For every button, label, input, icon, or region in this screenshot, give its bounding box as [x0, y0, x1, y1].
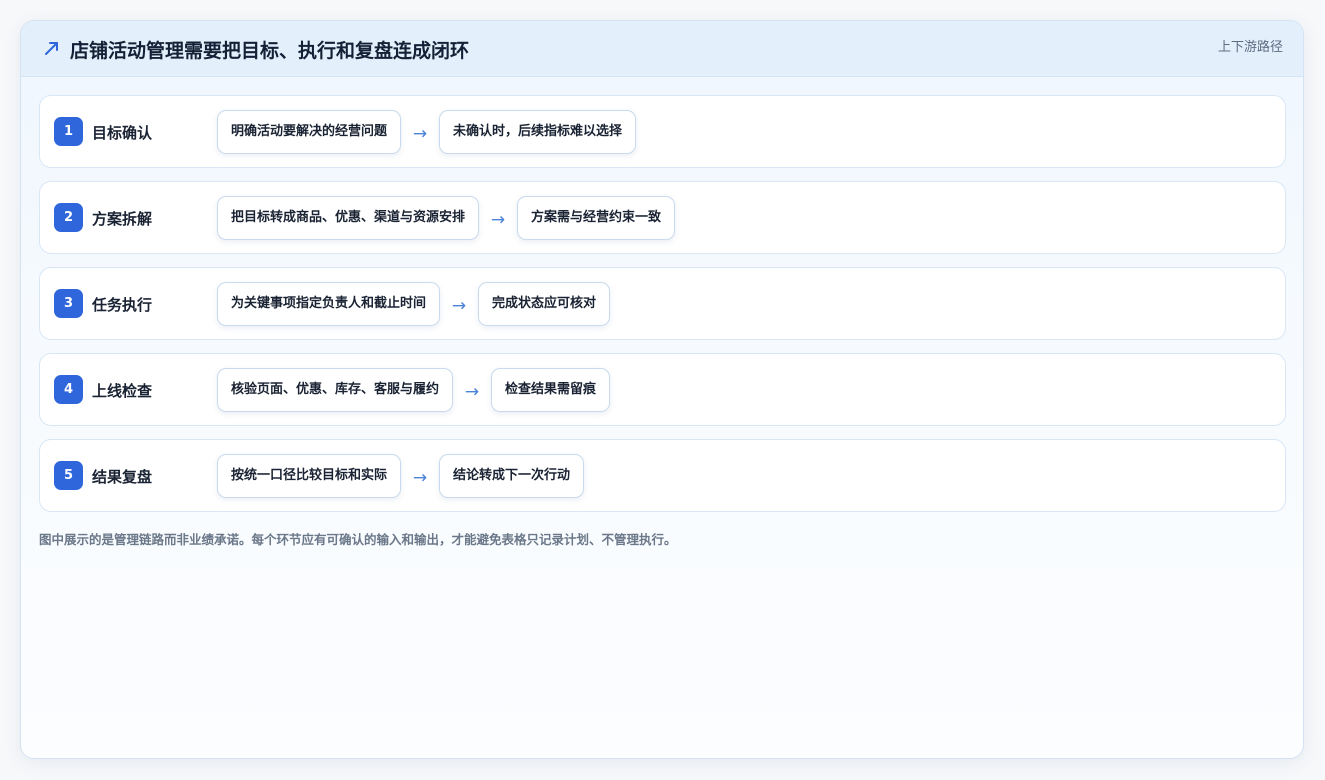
step-name: 上线检查	[92, 382, 153, 400]
right-arrow-icon: →	[412, 468, 428, 488]
step-name: 任务执行	[92, 296, 153, 314]
flow-card: 店铺活动管理需要把目标、执行和复盘连成闭环 上下游路径 1 目标确认 明确活动要…	[20, 20, 1304, 759]
step-action-box: 明确活动要解决的经营问题	[217, 110, 402, 154]
right-arrow-icon: →	[451, 296, 467, 316]
step-flow: 把目标转成商品、优惠、渠道与资源安排 → 方案需与经营约束一致	[217, 195, 676, 241]
step-number-badge: 5	[54, 461, 83, 490]
right-arrow-icon: →	[464, 382, 480, 402]
step-result-box: 检查结果需留痕	[491, 368, 611, 412]
step-name: 目标确认	[92, 124, 153, 142]
step-row: 2 方案拆解 把目标转成商品、优惠、渠道与资源安排 → 方案需与经营约束一致	[39, 181, 1286, 254]
step-row: 4 上线检查 核验页面、优惠、库存、客服与履约 → 检查结果需留痕	[39, 353, 1286, 426]
step-flow: 按统一口径比较目标和实际 → 结论转成下一次行动	[217, 453, 585, 499]
step-action-box: 为关键事项指定负责人和截止时间	[217, 282, 441, 326]
step-name: 方案拆解	[92, 210, 153, 228]
card-header: 店铺活动管理需要把目标、执行和复盘连成闭环 上下游路径	[21, 21, 1303, 77]
step-number-badge: 4	[54, 375, 83, 404]
footnote: 图中展示的是管理链路而非业绩承诺。每个环节应有可确认的输入和输出，才能避免表格只…	[39, 532, 677, 547]
right-arrow-icon: →	[412, 124, 428, 144]
step-flow: 明确活动要解决的经营问题 → 未确认时，后续指标难以选择	[217, 109, 637, 155]
step-row: 1 目标确认 明确活动要解决的经营问题 → 未确认时，后续指标难以选择	[39, 95, 1286, 168]
step-row: 5 结果复盘 按统一口径比较目标和实际 → 结论转成下一次行动	[39, 439, 1286, 512]
page-title: 店铺活动管理需要把目标、执行和复盘连成闭环	[70, 40, 470, 62]
step-action-box: 核验页面、优惠、库存、客服与履约	[217, 368, 454, 412]
path-tag: 上下游路径	[1217, 40, 1283, 55]
step-result-box: 完成状态应可核对	[478, 282, 611, 326]
trend-arrow-icon	[45, 42, 58, 55]
step-name: 结果复盘	[92, 468, 153, 486]
step-row: 3 任务执行 为关键事项指定负责人和截止时间 → 完成状态应可核对	[39, 267, 1286, 340]
step-result-box: 结论转成下一次行动	[439, 454, 585, 498]
right-arrow-icon: →	[490, 210, 506, 230]
step-number-badge: 2	[54, 203, 83, 232]
step-number-badge: 1	[54, 117, 83, 146]
step-result-box: 未确认时，后续指标难以选择	[439, 110, 637, 154]
step-number-badge: 3	[54, 289, 83, 318]
step-flow: 为关键事项指定负责人和截止时间 → 完成状态应可核对	[217, 281, 611, 327]
step-flow: 核验页面、优惠、库存、客服与履约 → 检查结果需留痕	[217, 367, 611, 413]
step-action-box: 按统一口径比较目标和实际	[217, 454, 402, 498]
step-result-box: 方案需与经营约束一致	[517, 196, 676, 240]
step-action-box: 把目标转成商品、优惠、渠道与资源安排	[217, 196, 480, 240]
